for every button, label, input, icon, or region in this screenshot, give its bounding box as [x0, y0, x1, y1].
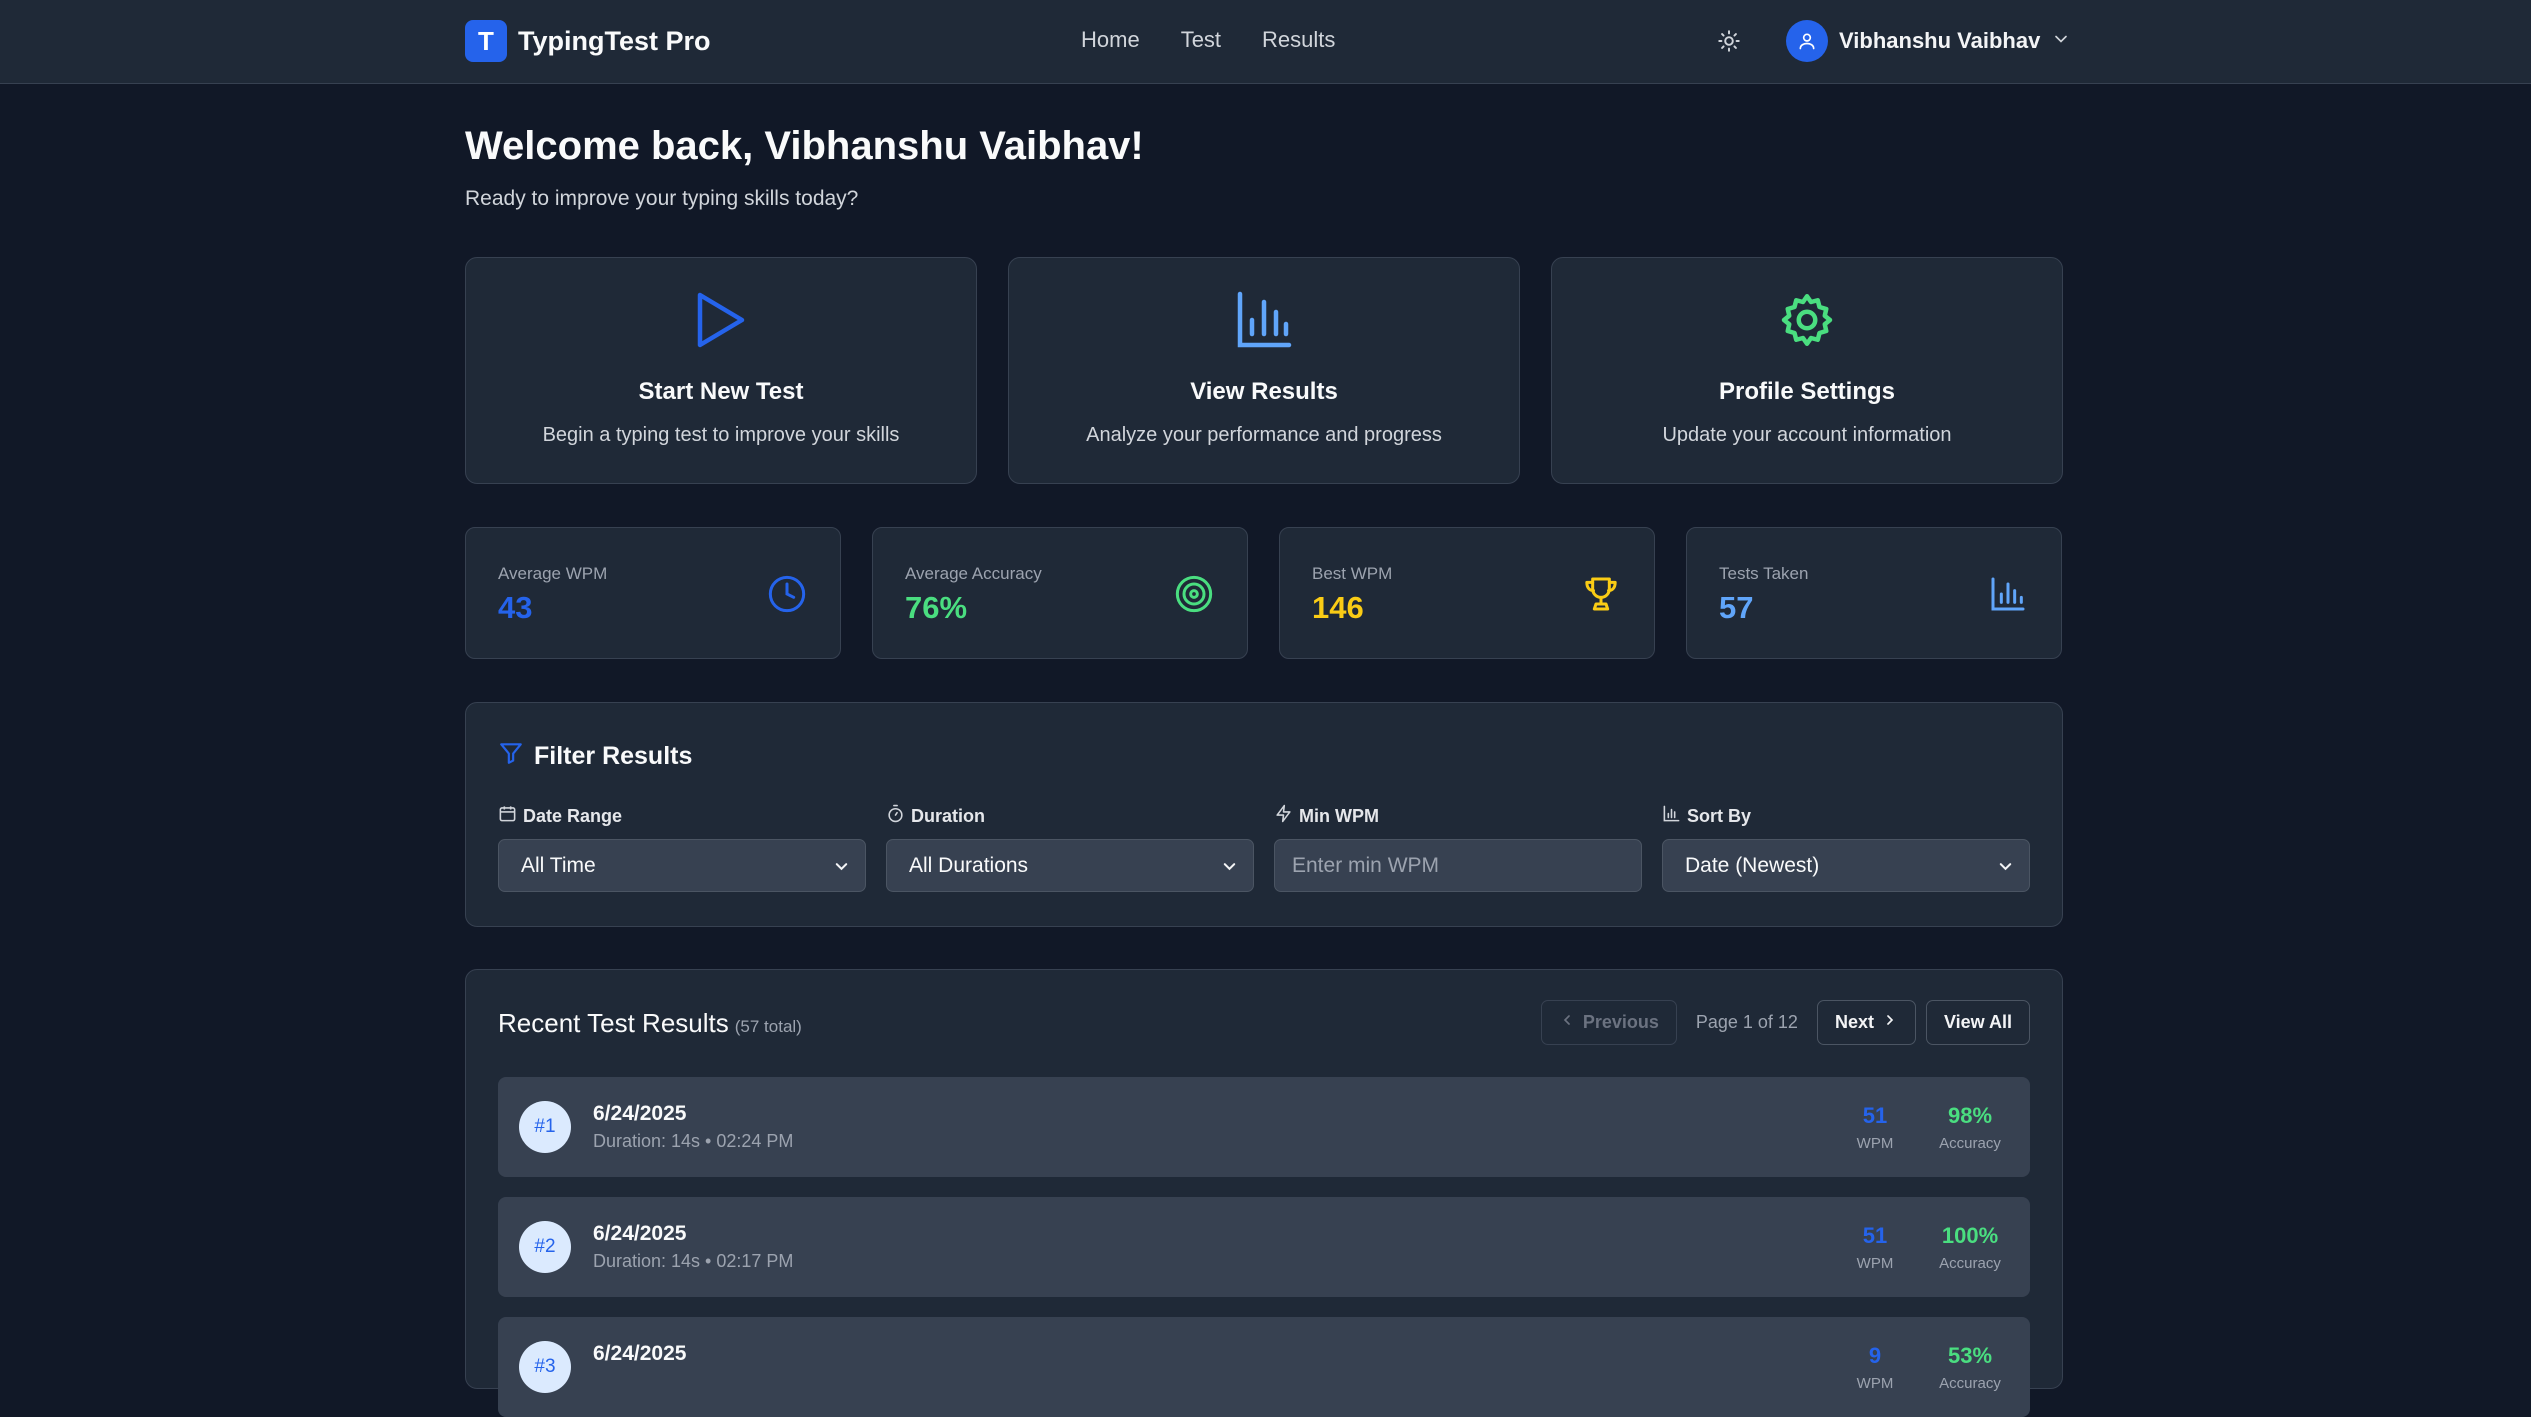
filter-title: Filter Results: [498, 740, 692, 773]
stat-label: Tests Taken: [1719, 564, 1809, 583]
target-icon: [1174, 574, 1214, 614]
min-wpm-input[interactable]: Enter min WPM: [1274, 839, 1642, 892]
sort-by-select[interactable]: Date (Newest): [1662, 839, 2030, 892]
bar-chart-icon: [1662, 804, 1681, 828]
duration-value: All Durations: [909, 853, 1029, 877]
pagination: Previous Page 1 of 12 Next View All: [1540, 1000, 2030, 1045]
nav-link-results[interactable]: Results: [1262, 27, 1335, 53]
chevron-right-icon: [1882, 1012, 1898, 1033]
clock-icon: [767, 574, 807, 614]
result-wpm: 9 WPM: [1856, 1343, 1894, 1392]
date-range-select[interactable]: All Time: [498, 839, 866, 892]
card-title: Profile Settings: [1718, 378, 1896, 405]
filter-title-text: Filter Results: [534, 742, 693, 770]
stat-average-accuracy: Average Accuracy 76%: [872, 527, 1248, 659]
result-date: 6/24/2025: [593, 1342, 687, 1365]
brand-logo: T: [465, 20, 507, 62]
stat-label: Average WPM: [498, 564, 608, 583]
result-date: 6/24/2025: [593, 1222, 687, 1245]
filter-icon: [498, 740, 524, 773]
view-all-button[interactable]: View All: [1925, 1000, 2030, 1045]
duration-field: Duration All Durations: [886, 804, 1254, 892]
rank-badge: #1: [519, 1101, 571, 1153]
welcome-title: Welcome back, Vibhanshu Vaibhav!: [465, 124, 1144, 168]
duration-select[interactable]: All Durations: [886, 839, 1254, 892]
welcome-subtitle: Ready to improve your typing skills toda…: [465, 187, 859, 210]
min-wpm-placeholder: Enter min WPM: [1292, 853, 1440, 877]
duration-label: Duration: [886, 804, 1254, 828]
filter-panel: Filter Results Date Range All Time Durat…: [465, 702, 2063, 927]
page-info: Page 1 of 12: [1695, 1012, 1798, 1032]
result-accuracy: 53% Accuracy: [1939, 1343, 2001, 1392]
play-icon: [466, 290, 976, 350]
sort-by-value: Date (Newest): [1685, 853, 1820, 877]
chevron-down-icon: [832, 857, 851, 882]
result-date: 6/24/2025: [593, 1102, 687, 1125]
nav-link-test[interactable]: Test: [1181, 27, 1221, 53]
rank-badge: #2: [519, 1221, 571, 1273]
card-description: Update your account information: [1662, 424, 1952, 446]
chevron-down-icon: [1220, 857, 1239, 882]
sort-by-field: Sort By Date (Newest): [1662, 805, 2030, 892]
results-count: (57 total): [734, 1017, 802, 1036]
next-button[interactable]: Next: [1816, 1000, 1916, 1045]
card-description: Analyze your performance and progress: [1086, 424, 1442, 446]
card-title: Start New Test: [638, 378, 804, 405]
calendar-icon: [498, 804, 517, 828]
result-row[interactable]: #3 6/24/2025 9 WPM 53% Accuracy: [498, 1317, 2030, 1417]
stat-best-wpm: Best WPM 146: [1279, 527, 1655, 659]
recent-results-panel: Recent Test Results (57 total) Previous P…: [465, 969, 2063, 1417]
brand-name: TypingTest Pro: [518, 25, 711, 56]
previous-button[interactable]: Previous: [1540, 1000, 1677, 1045]
user-avatar-icon: [1786, 20, 1828, 62]
nav-links: Home Test Results: [1081, 27, 1335, 53]
stat-average-wpm: Average WPM 43: [465, 527, 841, 659]
trophy-icon: [1581, 574, 1621, 614]
date-range-label: Date Range: [498, 805, 866, 827]
gear-icon: [1552, 290, 2062, 350]
user-menu[interactable]: Vibhanshu Vaibhav: [1786, 20, 2071, 62]
results-title: Recent Test Results (57 total): [498, 1008, 802, 1038]
brand[interactable]: T TypingTest Pro: [465, 20, 711, 62]
view-results-card[interactable]: View Results Analyze your performance an…: [1008, 257, 1520, 484]
min-wpm-field: Min WPM Enter min WPM: [1274, 804, 1642, 892]
min-wpm-label: Min WPM: [1274, 804, 1642, 828]
stat-value: 146: [1312, 590, 1364, 625]
result-accuracy: 100% Accuracy: [1939, 1223, 2001, 1272]
result-accuracy: 98% Accuracy: [1939, 1103, 2001, 1152]
rank-badge: #3: [519, 1341, 571, 1393]
result-row[interactable]: #2 6/24/2025 Duration: 14s • 02:17 PM 51…: [498, 1197, 2030, 1297]
nav-link-home[interactable]: Home: [1081, 27, 1140, 53]
result-wpm: 51 WPM: [1856, 1103, 1894, 1152]
sort-by-label: Sort By: [1662, 805, 2030, 827]
result-wpm: 51 WPM: [1856, 1223, 1894, 1272]
chevron-down-icon: [1996, 857, 2015, 882]
chevron-left-icon: [1559, 1012, 1575, 1033]
date-range-value: All Time: [521, 853, 596, 877]
result-meta: Duration: 14s • 02:17 PM: [593, 1251, 794, 1271]
bar-chart-icon: [1988, 574, 2028, 614]
stat-label: Average Accuracy: [905, 564, 1042, 583]
start-new-test-card[interactable]: Start New Test Begin a typing test to im…: [465, 257, 977, 484]
stat-value: 76%: [905, 590, 968, 625]
card-title: View Results: [1190, 378, 1338, 405]
chevron-down-icon: [2051, 29, 2071, 54]
bar-chart-icon: [1009, 290, 1519, 350]
card-description: Begin a typing test to improve your skil…: [542, 424, 900, 446]
stat-label: Best WPM: [1312, 564, 1393, 583]
stopwatch-icon: [886, 804, 905, 828]
date-range-field: Date Range All Time: [498, 805, 866, 892]
stat-value: 57: [1719, 590, 1754, 625]
profile-settings-card[interactable]: Profile Settings Update your account inf…: [1551, 257, 2063, 484]
sun-icon[interactable]: [1716, 28, 1742, 54]
top-navbar: T TypingTest Pro Home Test Results Vibha…: [0, 0, 2531, 84]
user-name: Vibhanshu Vaibhav: [1839, 28, 2041, 53]
stat-tests-taken: Tests Taken 57: [1686, 527, 2062, 659]
result-row[interactable]: #1 6/24/2025 Duration: 14s • 02:24 PM 51…: [498, 1077, 2030, 1177]
result-meta: Duration: 14s • 02:24 PM: [593, 1131, 794, 1151]
lightning-icon: [1274, 804, 1293, 828]
stat-value: 43: [498, 590, 533, 625]
